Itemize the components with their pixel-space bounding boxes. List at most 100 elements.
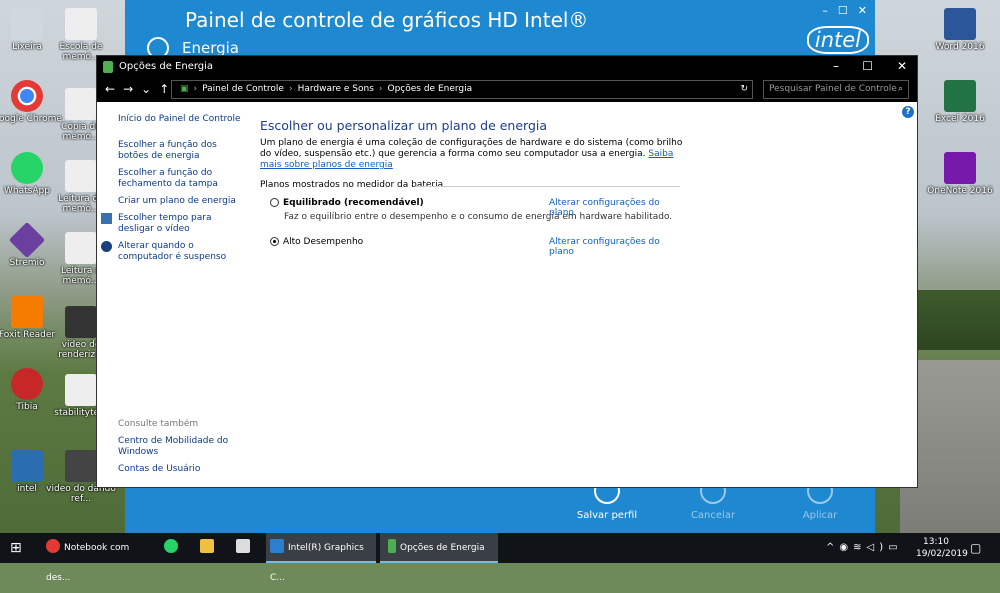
search-input[interactable]: Pesquisar Painel de Controle ⌕ [763,80,909,99]
taskbar-label: Intel(R) Graphics C... [270,543,364,583]
plan-high-performance[interactable]: Alto Desempenho [270,237,363,247]
taskbar-label: Opções de Energia [400,543,485,553]
description-text: Um plano de energia é uma coleção de con… [260,138,683,159]
address-bar[interactable]: ▣ › Painel de Controle › Hardware e Sons › Opç… [171,80,753,99]
clock[interactable]: 13:10 19/02/2019 [916,536,968,560]
plan-balanced[interactable]: Equilibrado (recomendável) [270,198,424,208]
chrome-icon [46,539,60,553]
taskbar-item-whatsapp[interactable] [164,533,188,563]
intel-icon [11,450,43,482]
desktop-icon-doc[interactable]: Escola de memó... [46,8,116,62]
page-title: Escolher ou personalizar um plano de ene… [260,118,548,133]
forward-arrow-icon[interactable]: → [123,82,141,96]
whatsapp-icon [164,539,178,553]
tibia-icon [11,368,43,400]
power-options-icon [388,539,396,553]
link-mobility-center[interactable]: Centro de Mobilidade do Windows [118,436,233,458]
see-also-label: Consulte também [118,419,199,429]
desktop-icon-label: Cópia de memó... [61,122,101,142]
battery-icon[interactable]: ▭ [888,542,902,553]
onenote-icon [944,152,976,184]
link-user-accounts[interactable]: Contas de Usuário [118,464,200,475]
close-icon[interactable]: ✕ [897,59,907,73]
plans-group-label: Planos mostrados no medidor da bateria [260,180,444,190]
taskbar-item-mail[interactable] [236,533,260,563]
link-control-panel-home[interactable]: Início do Painel de Controle [118,114,243,125]
chevron-down-icon[interactable]: ⌄ [141,82,159,96]
maximize-icon[interactable]: ☐ [862,59,873,73]
taskbar-item-chrome[interactable]: Notebook com des... [42,533,156,583]
taskbar-item-explorer[interactable] [200,533,224,563]
word-icon [944,8,976,40]
start-button[interactable]: ⊞ [10,533,22,563]
close-icon[interactable]: ✕ [858,4,867,17]
breadcrumb-item[interactable]: Hardware e Sons [298,84,374,94]
desktop-icon-word[interactable]: Word 2016 [925,8,995,52]
mail-icon [236,539,250,553]
foxit-icon [11,296,43,328]
clock-date: 19/02/2019 [916,549,968,559]
volume-icon[interactable]: ◁) [867,542,889,553]
desktop-icon-label: Tibia [16,402,38,412]
system-tray: ^◉≋◁)▭ [826,533,903,563]
link-power-buttons[interactable]: Escolher a função dos botões de energia [118,140,243,162]
link-lid-close[interactable]: Escolher a função do fechamento da tampa [118,168,228,190]
title-bar: Opções de Energia – ☐ ✕ [97,56,917,78]
minimize-icon[interactable]: – [822,4,828,17]
desktop-icon-label: Stremio [9,258,45,268]
taskbar-item-intel[interactable]: Intel(R) Graphics C... [266,533,376,583]
desktop-icon-onenote[interactable]: OneNote 2016 [925,152,995,196]
breadcrumb-item[interactable]: Painel de Controle [202,84,284,94]
radio-high-performance[interactable] [270,237,279,246]
folder-icon [200,539,214,553]
taskbar-item-power-options[interactable]: Opções de Energia [380,533,498,563]
intel-window-title: Painel de controle de gráficos HD Intel® [185,8,589,32]
help-icon[interactable]: ? [902,106,914,118]
desktop-icon-label: Leitura d memó... [61,266,101,286]
recycle-bin-icon [11,8,43,40]
intel-window-controls: – ☐ ✕ [812,4,867,17]
breadcrumb-item[interactable]: Opções de Energia [388,84,473,94]
navigation-bar: ←→⌄↑ ▣ › Painel de Controle › Hardware e Son… [97,78,917,102]
document-icon [65,374,97,406]
taskbar: ⊞ Notebook com des... Intel(R) Graphics … [0,533,1000,583]
search-placeholder: Pesquisar Painel de Controle [769,84,897,94]
search-icon[interactable]: ⌕ [898,81,903,98]
document-icon [65,8,97,40]
window-title: Opções de Energia [119,61,214,72]
intel-icon [270,539,284,553]
desktop-icon-label: Excel 2016 [935,114,985,124]
power-options-icon [103,61,113,73]
chrome-icon [11,80,43,112]
change-plan-settings-link[interactable]: Alterar configurações do plano [549,237,680,257]
video-icon [65,306,97,338]
network-icon[interactable]: ◉ [839,542,853,553]
display-icon [101,213,112,224]
link-create-plan[interactable]: Criar um plano de energia [118,196,248,207]
main-content: Escolher ou personalizar um plano de ene… [260,118,690,257]
moon-icon [101,241,112,252]
notifications-icon[interactable]: ▢ [970,533,981,563]
document-icon [65,88,97,120]
cancel-label: Cancelar [690,510,736,521]
desktop-icon-label: OneNote 2016 [927,186,993,196]
document-icon [65,160,97,192]
stremio-icon [8,221,46,259]
minimize-icon[interactable]: – [833,59,839,73]
back-arrow-icon[interactable]: ← [105,82,123,96]
page-description: Um plano de energia é uma coleção de con… [260,138,690,171]
desktop-icon-excel[interactable]: Excel 2016 [925,80,995,124]
link-sleep[interactable]: Alterar quando o computador é suspenso [118,241,243,263]
radio-balanced[interactable] [270,198,279,207]
desktop-icon-label: intel [17,484,37,494]
document-icon [65,232,97,264]
wifi-icon[interactable]: ≋ [853,542,866,553]
change-plan-settings-link[interactable]: Alterar configurações do plano [549,198,680,218]
desktop-icon-label: WhatsApp [4,186,50,196]
refresh-icon[interactable]: ↻ [740,81,748,98]
whatsapp-icon [11,152,43,184]
maximize-icon[interactable]: ☐ [838,4,848,17]
link-display-off[interactable]: Escolher tempo para desligar o vídeo [118,213,243,235]
group-divider [415,186,680,187]
chevron-up-icon[interactable]: ^ [826,542,839,553]
